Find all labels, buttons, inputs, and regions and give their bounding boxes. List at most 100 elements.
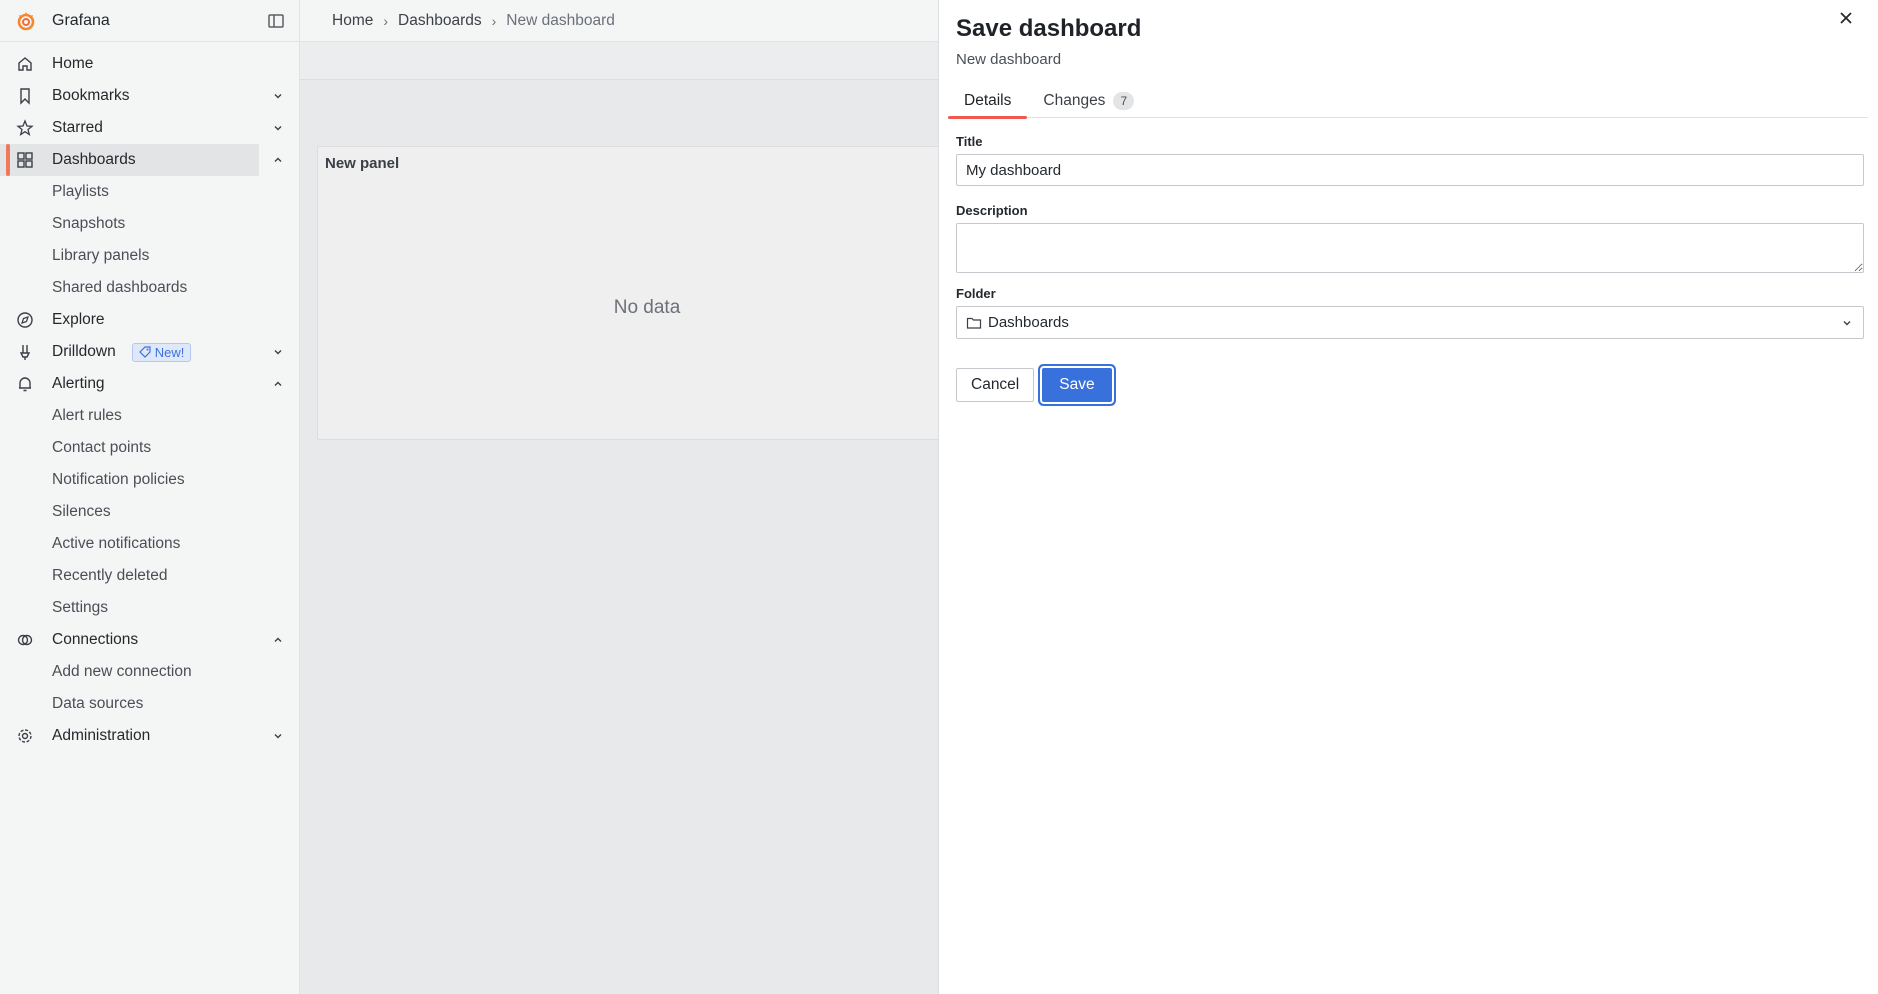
drilldown-icon	[19, 345, 31, 360]
drawer-title: Save dashboard	[956, 15, 1142, 42]
breadcrumb-current: New dashboard	[506, 11, 615, 29]
sidebar-item-bookmarks[interactable]: Bookmarks	[0, 80, 299, 112]
title-field: Title	[956, 134, 1864, 186]
sidebar-item-drilldown[interactable]: Drilldown New!	[0, 336, 299, 368]
sidebar-item-settings[interactable]: Settings	[0, 592, 299, 624]
sidebar-item-explore[interactable]: Explore	[0, 304, 299, 336]
folder-label: Folder	[956, 286, 996, 301]
description-label: Description	[956, 203, 1028, 218]
bell-icon	[19, 377, 31, 392]
folder-icon	[966, 317, 982, 329]
folder-select-value: Dashboards	[988, 314, 1069, 331]
bookmark-icon	[20, 88, 30, 105]
save-dashboard-drawer: Save dashboard New dashboard Details Cha…	[938, 0, 1878, 994]
sidebar-item-recently-deleted[interactable]: Recently deleted	[0, 560, 299, 592]
chevron-up-icon[interactable]	[271, 633, 285, 647]
home-icon	[18, 57, 32, 71]
sidebar-item-label: Snapshots	[52, 215, 126, 232]
sidebar-item-label: Bookmarks	[52, 87, 130, 104]
drawer-actions: Cancel Save	[956, 368, 1112, 402]
connections-icon	[17, 634, 33, 646]
sidebar-item-label: Playlists	[52, 183, 109, 200]
sidebar-item-label: Shared dashboards	[52, 279, 188, 296]
sidebar-item-label: Settings	[52, 599, 109, 616]
sidebar-item-alerting[interactable]: Alerting	[0, 368, 299, 400]
sidebar-item-active-notifications[interactable]: Active notifications	[0, 528, 299, 560]
sidebar-item-home[interactable]: Home	[0, 48, 299, 80]
sidebar-item-label: Library panels	[52, 247, 150, 264]
grafana-logo-icon[interactable]	[14, 9, 38, 33]
breadcrumb-dashboards[interactable]: Dashboards	[398, 12, 482, 30]
star-icon	[16, 119, 34, 136]
chevron-down-icon	[1843, 321, 1851, 326]
save-form: Title Description Folder Dashboards	[956, 134, 1864, 356]
folder-select[interactable]: Dashboards	[956, 306, 1864, 339]
sidebar-item-contact-points[interactable]: Contact points	[0, 432, 299, 464]
dock-menu-icon[interactable]	[267, 12, 285, 30]
tab-label: Changes	[1043, 92, 1106, 109]
drawer-subtitle: New dashboard	[956, 51, 1062, 68]
save-button[interactable]: Save	[1042, 368, 1112, 402]
sidebar-item-label: Contact points	[52, 439, 152, 456]
chevron-down-icon[interactable]	[271, 89, 285, 103]
changes-count-badge: 7	[1113, 92, 1135, 110]
sidebar-item-shared-dashboards[interactable]: Shared dashboards	[0, 272, 299, 304]
sidebar-item-label: Starred	[52, 119, 103, 136]
description-field: Description	[956, 203, 1864, 273]
sidebar-item-label: Recently deleted	[52, 567, 168, 584]
dashboard-panel[interactable]: New panel No data	[317, 146, 977, 440]
tab-label: Details	[964, 92, 1012, 109]
brand-name: Grafana	[52, 11, 110, 29]
sidebar-item-label: Connections	[52, 631, 139, 648]
breadcrumb-home[interactable]: Home	[332, 12, 373, 30]
sidebar-item-starred[interactable]: Starred	[0, 112, 299, 144]
close-icon[interactable]	[1836, 8, 1856, 28]
sidebar-item-label: Silences	[52, 503, 111, 520]
chevron-down-icon[interactable]	[271, 345, 285, 359]
sidebar-item-add-new-connection[interactable]: Add new connection	[0, 656, 299, 688]
sidebar-item-label: Data sources	[52, 695, 144, 712]
sidebar: Grafana Home Bookmarks Starred Dashboard…	[0, 0, 300, 994]
sidebar-item-label: Add new connection	[52, 663, 192, 680]
tab-changes[interactable]: Changes 7	[1027, 84, 1150, 118]
new-badge: New!	[131, 342, 192, 362]
title-label: Title	[956, 134, 983, 149]
sidebar-item-data-sources[interactable]: Data sources	[0, 688, 299, 720]
sidebar-item-alert-rules[interactable]: Alert rules	[0, 400, 299, 432]
title-input[interactable]	[956, 154, 1864, 186]
sidebar-item-notification-policies[interactable]: Notification policies	[0, 464, 299, 496]
sidebar-item-administration[interactable]: Administration	[0, 720, 299, 752]
sidebar-item-label: Home	[52, 55, 94, 72]
sidebar-item-label: Dashboards	[52, 151, 136, 168]
panel-title[interactable]: New panel	[325, 155, 399, 172]
cancel-button[interactable]: Cancel	[956, 368, 1035, 402]
sidebar-item-playlists[interactable]: Playlists	[0, 176, 299, 208]
sidebar-item-label: Active notifications	[52, 535, 181, 552]
sidebar-item-silences[interactable]: Silences	[0, 496, 299, 528]
tag-icon	[138, 346, 151, 358]
new-badge-label: New!	[154, 344, 185, 360]
cog-icon	[18, 729, 32, 743]
sidebar-item-connections[interactable]: Connections	[0, 624, 299, 656]
chevron-down-icon[interactable]	[271, 729, 285, 743]
sidebar-item-library-panels[interactable]: Library panels	[0, 240, 299, 272]
chevron-up-icon[interactable]	[271, 153, 285, 167]
drawer-tabs: Details Changes 7	[948, 84, 1868, 119]
sidebar-item-label: Notification policies	[52, 471, 185, 488]
sidebar-item-dashboards[interactable]: Dashboards	[0, 144, 282, 176]
apps-icon	[17, 152, 33, 168]
panel-no-data: No data	[613, 297, 681, 318]
chevron-down-icon[interactable]	[271, 121, 285, 135]
sidebar-item-snapshots[interactable]: Snapshots	[0, 208, 299, 240]
tab-details[interactable]: Details	[948, 84, 1028, 119]
sidebar-item-label: Alert rules	[52, 407, 122, 424]
description-textarea[interactable]	[956, 223, 1864, 273]
compass-icon	[17, 312, 33, 328]
sidebar-nav: Home Bookmarks Starred Dashboards Playli…	[0, 42, 299, 752]
sidebar-item-label: Alerting	[52, 375, 105, 392]
chevron-up-icon[interactable]	[271, 377, 285, 391]
breadcrumb-separator-icon: ›	[491, 12, 497, 29]
sidebar-item-label: Administration	[52, 727, 151, 744]
sidebar-item-label: Drilldown	[52, 343, 116, 360]
sidebar-item-label: Explore	[52, 311, 105, 328]
